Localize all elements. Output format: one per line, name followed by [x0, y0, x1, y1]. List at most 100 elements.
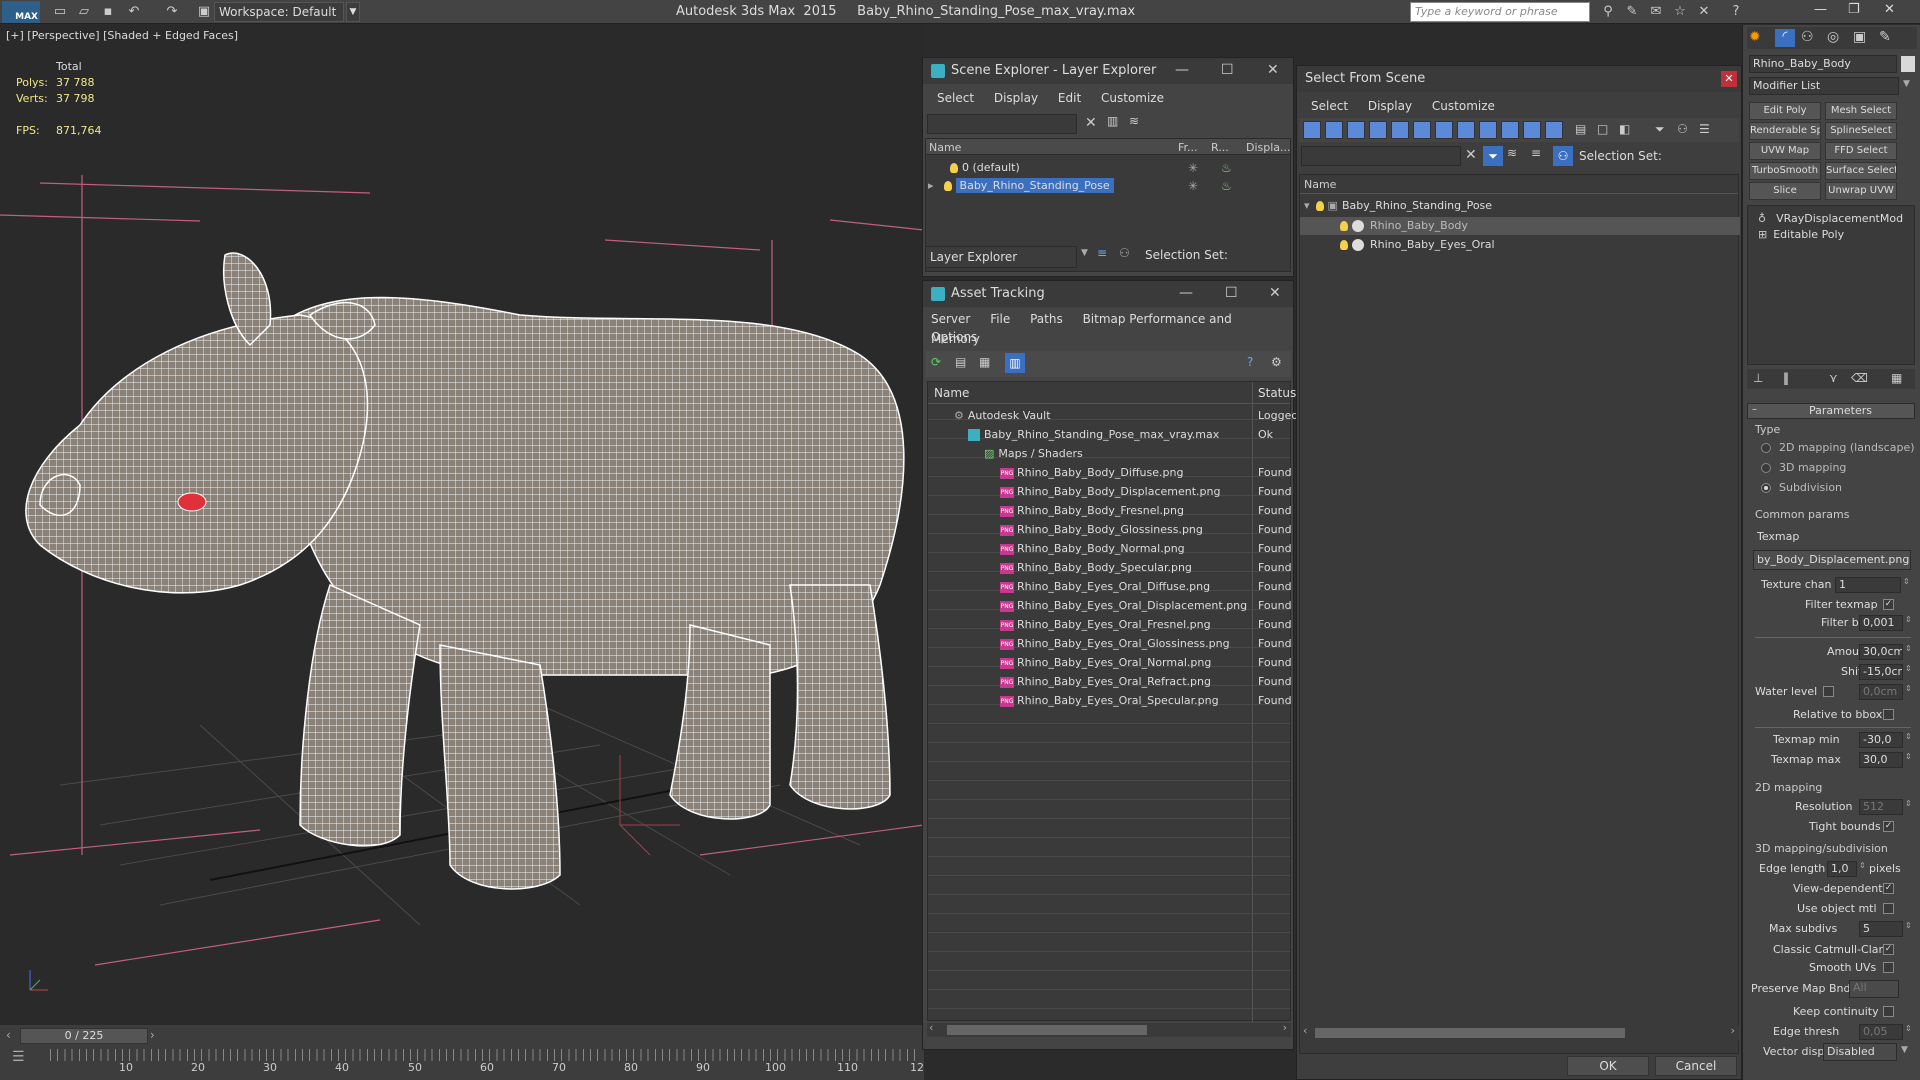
spinner-arrows-icon[interactable]: ⇕	[1905, 752, 1912, 761]
help-icon[interactable]: ?	[1726, 3, 1746, 21]
search-input[interactable]	[927, 114, 1077, 134]
asset-row[interactable]: PNG Rhino_Baby_Eyes_Oral_Displacement.png	[1000, 599, 1247, 612]
filter-icon[interactable]: ⏷	[1655, 122, 1665, 137]
scene-explorer-title[interactable]: Scene Explorer - Layer Explorer	[923, 58, 1293, 84]
edit-poly-button[interactable]: Edit Poly	[1749, 102, 1821, 120]
horizontal-scrollbar[interactable]: ‹ ›	[1301, 1024, 1739, 1040]
chevron-down-icon[interactable]: ▼	[1081, 248, 1088, 258]
object-color-swatch[interactable]	[1901, 56, 1915, 72]
max-subdivs-spinner[interactable]: 5	[1859, 921, 1903, 937]
hierarchy-icon[interactable]: ⚇	[1677, 122, 1688, 136]
menu-edit[interactable]: Edit	[1058, 91, 1081, 105]
spinner-arrows-icon[interactable]: ⇕	[1905, 732, 1912, 741]
keep-continuity-checkbox[interactable]	[1883, 1006, 1894, 1017]
spinner-arrows-icon[interactable]: ⇕	[1905, 664, 1912, 673]
texmap-button[interactable]: by_Body_Displacement.png)	[1753, 550, 1911, 570]
expand-plus-icon[interactable]: ⊞	[1758, 228, 1767, 241]
spinner-arrows-icon[interactable]: ⇕	[1905, 921, 1912, 930]
render-teapot-icon[interactable]: ♨	[1221, 179, 1232, 193]
render-teapot-icon[interactable]: ♨	[1221, 161, 1232, 175]
hierarchy-icon[interactable]: ⚇	[1119, 246, 1130, 260]
filter-blur-spinner[interactable]: 0,001	[1859, 615, 1903, 631]
edge-thresh-spinner[interactable]: 0,05	[1859, 1024, 1903, 1040]
menu-display[interactable]: Display	[994, 91, 1038, 105]
geometry-filter-icon[interactable]	[1303, 121, 1321, 139]
minimize-icon[interactable]: —	[1814, 2, 1827, 17]
close-x-icon[interactable]: ✕	[1694, 3, 1714, 21]
asset-row[interactable]: PNG Rhino_Baby_Body_Glossiness.png	[1000, 523, 1203, 536]
close-icon[interactable]: ✕	[1267, 62, 1279, 78]
radio-subdivision[interactable]	[1761, 483, 1771, 493]
favorites-icon[interactable]: ☆	[1670, 3, 1690, 21]
preserve-map-dropdown[interactable]: All	[1849, 980, 1899, 998]
smooth-uvs-checkbox[interactable]	[1883, 962, 1894, 973]
close-icon[interactable]: ✕	[1884, 2, 1895, 17]
surface-select-button[interactable]: Surface Select	[1825, 162, 1897, 180]
tools-icon[interactable]: ✎	[1622, 3, 1642, 21]
menu-options[interactable]: Options	[931, 327, 977, 347]
layer-tool-icon[interactable]: ≋	[1129, 114, 1139, 128]
texture-chan-spinner[interactable]: 1	[1835, 577, 1901, 593]
menu-select[interactable]: Select	[1311, 99, 1348, 113]
asset-row[interactable]: PNG Rhino_Baby_Body_Normal.png	[1000, 542, 1185, 555]
viewport-label[interactable]: [+] [Perspective] [Shaded + Edged Faces]	[6, 29, 238, 42]
filter-texmap-checkbox[interactable]: ✓	[1883, 599, 1894, 610]
col-name[interactable]: Name	[1304, 178, 1336, 191]
maps-row[interactable]: ▨ Maps / Shaders	[984, 447, 1083, 460]
menu-customize[interactable]: Customize	[1101, 91, 1164, 105]
shift-spinner[interactable]: -15,0cm	[1859, 664, 1903, 680]
hierarchy-tab-icon[interactable]: ⚇	[1801, 29, 1814, 45]
renderable-spline-button[interactable]: Renderable Spline	[1749, 122, 1821, 140]
undo-icon[interactable]: ↶	[124, 3, 144, 21]
close-icon[interactable]: ✕	[1269, 285, 1281, 301]
scrollbar-thumb[interactable]	[1315, 1028, 1625, 1038]
water-level-checkbox[interactable]	[1823, 686, 1834, 697]
asset-row[interactable]: PNG Rhino_Baby_Body_Diffuse.png	[1000, 466, 1183, 479]
layer-row-default[interactable]: 0 (default)	[950, 161, 1020, 174]
vector-displ-dropdown[interactable]: Disabled	[1823, 1043, 1897, 1061]
spline-select-button[interactable]: SplineSelect	[1825, 122, 1897, 140]
turbosmooth-button[interactable]: TurboSmooth	[1749, 162, 1821, 180]
col-name[interactable]: Name	[934, 386, 969, 400]
select-all-icon[interactable]: ▤	[1575, 122, 1586, 136]
create-tab-icon[interactable]: ✹	[1749, 29, 1761, 45]
chevron-right-icon[interactable]: ›	[150, 1028, 155, 1042]
col-name[interactable]: Name	[929, 141, 961, 154]
scroll-right-icon[interactable]: ›	[1731, 1024, 1735, 1037]
freeze-icon[interactable]: ✳	[1188, 179, 1198, 193]
resolution-spinner[interactable]: 512	[1859, 799, 1903, 815]
spinner-arrows-icon[interactable]: ⇕	[1905, 684, 1912, 693]
col-render[interactable]: R...	[1211, 141, 1229, 154]
hierarchy-active-icon[interactable]: ⚇	[1553, 146, 1573, 166]
spinner-arrows-icon[interactable]: ⇕	[1905, 1024, 1912, 1033]
ffd-select-button[interactable]: FFD Select	[1825, 142, 1897, 160]
col-freeze[interactable]: Fr...	[1178, 141, 1198, 154]
catmull-clark-checkbox[interactable]: ✓	[1883, 944, 1894, 955]
col-status[interactable]: Status	[1258, 386, 1296, 400]
collapse-arrow-icon[interactable]: ▾	[1304, 199, 1310, 212]
spinner-arrows-icon[interactable]: ⇕	[1903, 577, 1910, 586]
menu-display[interactable]: Display	[1368, 99, 1412, 113]
asset-row[interactable]: PNG Rhino_Baby_Body_Displacement.png	[1000, 485, 1220, 498]
asset-row[interactable]: PNG Rhino_Baby_Body_Fresnel.png	[1000, 504, 1184, 517]
options-icon[interactable]: ☰	[1699, 122, 1710, 136]
water-level-spinner[interactable]: 0,0cm	[1859, 684, 1903, 700]
radio-3d-mapping[interactable]	[1761, 463, 1771, 473]
search-input[interactable]: Type a keyword or phrase	[1410, 2, 1590, 22]
scroll-left-icon[interactable]: ‹	[929, 1021, 933, 1034]
shape-filter-icon[interactable]	[1325, 121, 1343, 139]
asset-row[interactable]: PNG Rhino_Baby_Eyes_Oral_Refract.png	[1000, 675, 1211, 688]
camera-filter-icon[interactable]	[1369, 121, 1387, 139]
app-logo[interactable]: MAX	[2, 1, 40, 23]
edge-length-spinner[interactable]: 1,0	[1827, 861, 1857, 877]
xref-filter-icon[interactable]	[1457, 121, 1475, 139]
container-filter-icon[interactable]	[1501, 121, 1519, 139]
menu-customize[interactable]: Customize	[1432, 99, 1495, 113]
visibility-bulb-icon[interactable]	[1340, 240, 1348, 250]
unwrap-uvw-button[interactable]: Unwrap UVW	[1825, 182, 1897, 200]
search-input[interactable]	[1301, 146, 1461, 166]
asset-row[interactable]: PNG Rhino_Baby_Eyes_Oral_Fresnel.png	[1000, 618, 1211, 631]
freeze-icon[interactable]: ✳	[1188, 161, 1198, 175]
stack-item-editable-poly[interactable]: ⊞ Editable Poly	[1758, 228, 1844, 241]
refresh-icon[interactable]: ⟳	[931, 355, 941, 369]
